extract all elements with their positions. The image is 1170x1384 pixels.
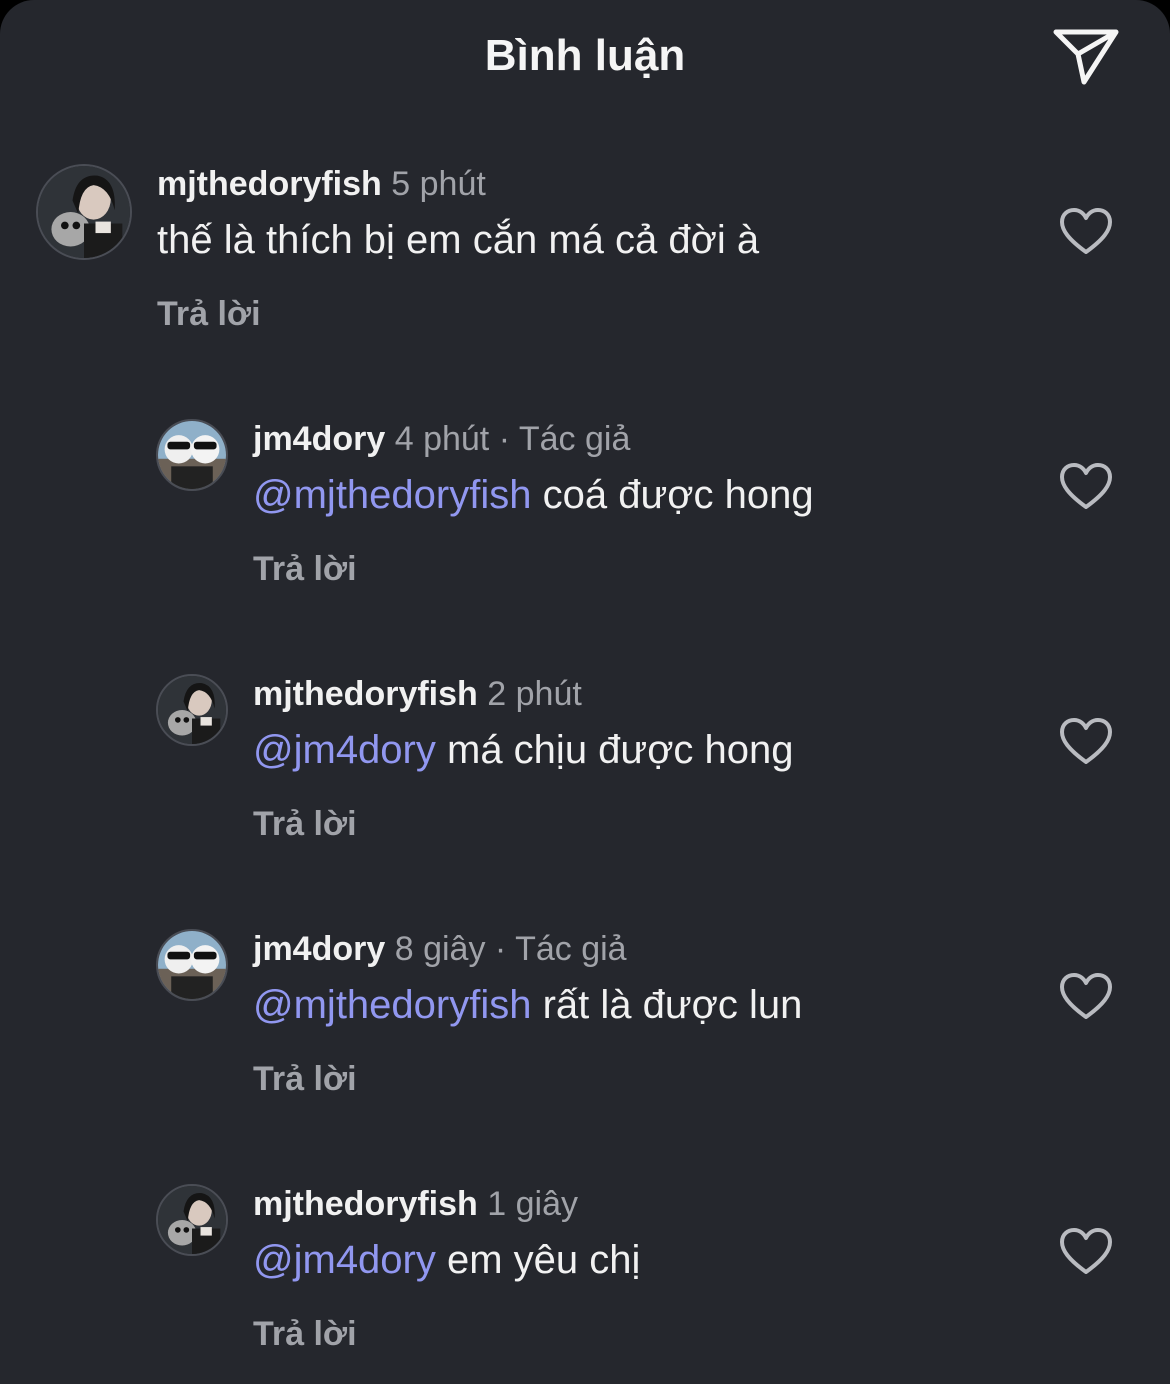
avatar-photo [158, 1186, 226, 1254]
avatar[interactable] [156, 929, 228, 1001]
mention-link[interactable]: @mjthedoryfish [253, 983, 531, 1027]
avatar[interactable] [156, 419, 228, 491]
comment-body: em yêu chị [447, 1238, 641, 1282]
heart-icon [1060, 1228, 1112, 1274]
username[interactable]: mjthedoryfish [253, 675, 478, 713]
timestamp: 4 phút [394, 420, 490, 458]
separator-dot: · [498, 420, 511, 458]
comment-item: mjthedoryfish 5 phút thế là thích bị em … [0, 162, 1170, 362]
send-icon [1050, 29, 1122, 92]
comment-body: coá được hong [542, 473, 814, 517]
mention-link[interactable]: @jm4dory [253, 728, 436, 772]
username[interactable]: jm4dory [253, 930, 385, 968]
comments-sheet: Bình luận mjthedoryfish 5 phút thế là th… [0, 0, 1170, 1384]
like-button[interactable] [1058, 1226, 1114, 1278]
comment-meta: mjthedoryfish 2 phút [253, 672, 582, 716]
page-title: Bình luận [484, 31, 686, 80]
comment-item: mjthedoryfish 2 phút @jm4dory má chịu đư… [0, 672, 1170, 872]
reply-button[interactable]: Trả lời [253, 802, 357, 846]
separator-dot: · [494, 930, 507, 968]
comment-body: má chịu được hong [447, 728, 794, 772]
heart-icon [1060, 973, 1112, 1019]
like-button[interactable] [1058, 461, 1114, 513]
avatar[interactable] [36, 164, 132, 260]
timestamp: 1 giây [487, 1185, 578, 1223]
comment-text: @mjthedoryfish rất là được lun [253, 979, 802, 1031]
author-badge: Tác giả [518, 420, 631, 458]
like-button[interactable] [1058, 971, 1114, 1023]
comment-item: jm4dory 8 giây · Tác giả @mjthedoryfish … [0, 927, 1170, 1127]
like-button[interactable] [1058, 206, 1114, 258]
timestamp: 5 phút [391, 165, 486, 203]
heart-icon [1060, 208, 1112, 254]
comment-text: @jm4dory em yêu chị [253, 1234, 640, 1286]
comment-text: @jm4dory má chịu được hong [253, 724, 794, 776]
comment-body: thế là thích bị em cắn má cả đời à [157, 218, 760, 262]
heart-icon [1060, 463, 1112, 509]
reply-button[interactable]: Trả lời [253, 1312, 357, 1356]
comment-meta: mjthedoryfish 1 giây [253, 1182, 578, 1226]
avatar[interactable] [156, 674, 228, 746]
comment-item: jm4dory 4 phút · Tác giả @mjthedoryfish … [0, 417, 1170, 617]
reply-button[interactable]: Trả lời [253, 1057, 357, 1101]
heart-icon [1060, 718, 1112, 764]
avatar-photo [158, 676, 226, 744]
comment-body: rất là được lun [542, 983, 803, 1027]
avatar-photo [38, 166, 130, 258]
mention-link[interactable]: @mjthedoryfish [253, 473, 531, 517]
like-button[interactable] [1058, 716, 1114, 768]
username[interactable]: mjthedoryfish [253, 1185, 478, 1223]
username[interactable]: mjthedoryfish [157, 165, 382, 203]
comment-meta: jm4dory 8 giây · Tác giả [253, 927, 627, 971]
timestamp: 2 phút [487, 675, 582, 713]
comment-item: mjthedoryfish 1 giây @jm4dory em yêu chị… [0, 1182, 1170, 1382]
comment-meta: jm4dory 4 phút · Tác giả [253, 417, 630, 461]
comment-meta: mjthedoryfish 5 phút [157, 162, 486, 206]
share-button[interactable] [1050, 24, 1122, 88]
timestamp: 8 giây [394, 930, 486, 968]
avatar-photo [158, 421, 226, 489]
reply-button[interactable]: Trả lời [157, 292, 261, 336]
mention-link[interactable]: @jm4dory [253, 1238, 436, 1282]
avatar-photo [158, 931, 226, 999]
comment-text: @mjthedoryfish coá được hong [253, 469, 814, 521]
avatar[interactable] [156, 1184, 228, 1256]
username[interactable]: jm4dory [253, 420, 385, 458]
comment-text: thế là thích bị em cắn má cả đời à [157, 214, 759, 266]
author-badge: Tác giả [515, 930, 627, 968]
reply-button[interactable]: Trả lời [253, 547, 357, 591]
